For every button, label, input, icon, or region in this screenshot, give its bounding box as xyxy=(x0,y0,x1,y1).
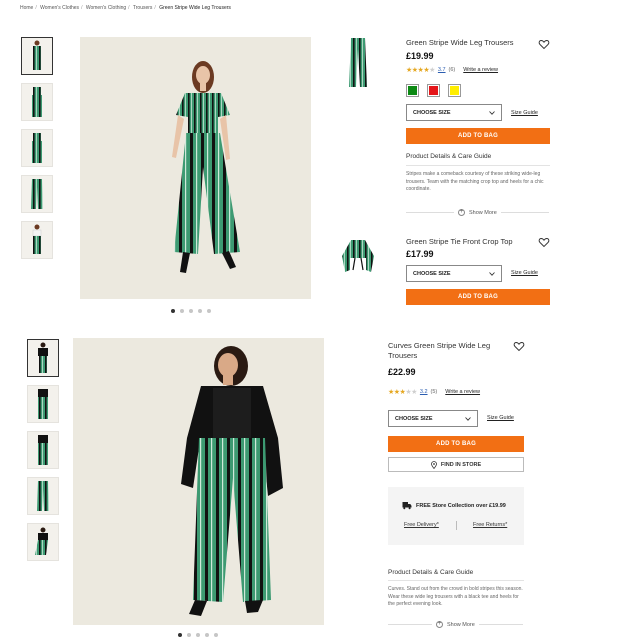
store-truck-icon xyxy=(402,502,412,510)
carousel-dot[interactable] xyxy=(171,309,175,313)
gallery1-thumb[interactable] xyxy=(21,221,53,259)
product1-description: Stripes make a comeback courtesy of thes… xyxy=(406,171,544,192)
chevron-down-icon xyxy=(489,110,495,115)
product1-rating-count: (6) xyxy=(448,67,456,73)
store-collection-panel: FREE Store Collection over £19.99 Free D… xyxy=(388,487,524,545)
heart-outline-icon[interactable] xyxy=(538,38,550,50)
product1-add-to-bag-button[interactable]: ADD TO BAG xyxy=(406,128,550,144)
product3-details-title[interactable]: Product Details & Care Guide xyxy=(388,569,473,576)
gallery2-thumb[interactable] xyxy=(27,523,59,561)
carousel-dot[interactable] xyxy=(214,633,218,637)
product3-find-in-store-label: FIND IN STORE xyxy=(440,461,482,468)
breadcrumb-trousers[interactable]: Trousers xyxy=(133,5,153,11)
heart-outline-icon[interactable] xyxy=(538,236,550,248)
carousel-dot[interactable] xyxy=(207,309,211,313)
swatch-green[interactable] xyxy=(406,84,419,97)
product1-size-guide-link[interactable]: Size Guide xyxy=(511,110,538,116)
gallery1-main-image[interactable] xyxy=(80,37,311,299)
breadcrumb: Home / Women's Clothes / Women's Clothing /… xyxy=(20,5,231,11)
product1-title[interactable]: Green Stripe Wide Leg Trousers xyxy=(406,38,526,48)
carousel-dot[interactable] xyxy=(187,633,191,637)
swatch-red[interactable] xyxy=(427,84,440,97)
product1-rating: ★★★★★ 3.7 (6) Write a review xyxy=(406,66,498,74)
carousel-dot[interactable] xyxy=(178,633,182,637)
divider xyxy=(500,212,549,213)
product3-size-select[interactable]: CHOOSE SIZE xyxy=(388,410,478,427)
plus-circle-icon: + xyxy=(458,209,465,216)
star-rating-icon: ★★★★★ xyxy=(406,67,435,74)
divider xyxy=(406,212,454,213)
divider xyxy=(406,165,550,166)
carousel-dot[interactable] xyxy=(198,309,202,313)
carousel-dot[interactable] xyxy=(180,309,184,313)
breadcrumb-home[interactable]: Home xyxy=(20,5,33,11)
product3-size-select-label: CHOOSE SIZE xyxy=(395,415,433,422)
product3-rating-score[interactable]: 3.2 xyxy=(420,389,428,395)
product3-show-more-label: Show More xyxy=(447,621,475,628)
product3-price: £22.99 xyxy=(388,367,416,377)
gallery2-main-image[interactable] xyxy=(73,338,324,625)
product3-write-review-link[interactable]: Write a review xyxy=(445,389,480,395)
gallery2-dots xyxy=(178,633,218,637)
breadcrumb-womens-clothing[interactable]: Women's Clothing xyxy=(86,5,126,11)
heart-outline-icon[interactable] xyxy=(513,340,525,352)
chevron-down-icon xyxy=(489,271,495,276)
gallery2-thumb[interactable] xyxy=(27,431,59,469)
breadcrumb-womens-clothes[interactable]: Women's Clothes xyxy=(40,5,79,11)
product1-show-more-label: Show More xyxy=(469,209,497,216)
product3-rating: ★★★★★ 3.2 (5) Write a review xyxy=(388,388,480,396)
chevron-down-icon xyxy=(465,416,471,421)
divider xyxy=(478,624,523,625)
gallery1-thumb[interactable] xyxy=(21,37,53,75)
free-delivery-link[interactable]: Free Delivery* xyxy=(404,522,439,528)
gallery1-thumb[interactable] xyxy=(21,175,53,213)
product1-size-select[interactable]: CHOOSE SIZE xyxy=(406,104,502,121)
star-rating-icon: ★★★★★ xyxy=(388,389,417,396)
product1-show-more[interactable]: + Show More xyxy=(406,209,549,216)
divider xyxy=(456,521,457,530)
product3-title[interactable]: Curves Green Stripe Wide Leg Trousers xyxy=(388,341,498,361)
swatch-yellow[interactable] xyxy=(448,84,461,97)
gallery1-thumbnails xyxy=(21,37,53,267)
product2-add-to-bag-button[interactable]: ADD TO BAG xyxy=(406,289,550,305)
divider xyxy=(388,624,432,625)
gallery2-thumbnails xyxy=(27,339,59,569)
store-collection-text: FREE Store Collection over £19.99 xyxy=(402,501,506,510)
gallery1-dots xyxy=(171,309,211,313)
gallery2-thumb[interactable] xyxy=(27,339,59,377)
product1-mini-image[interactable] xyxy=(341,37,375,89)
product2-size-guide-link[interactable]: Size Guide xyxy=(511,270,538,276)
gallery1-thumb[interactable] xyxy=(21,129,53,167)
product1-size-select-label: CHOOSE SIZE xyxy=(413,109,451,116)
product3-show-more[interactable]: + Show More xyxy=(388,621,523,628)
product2-size-select-label: CHOOSE SIZE xyxy=(413,270,451,277)
breadcrumb-current: Green Stripe Wide Leg Trousers xyxy=(159,5,231,11)
product2-size-select[interactable]: CHOOSE SIZE xyxy=(406,265,502,282)
product3-size-guide-link[interactable]: Size Guide xyxy=(487,415,514,421)
product1-write-review-link[interactable]: Write a review xyxy=(463,67,498,73)
divider xyxy=(388,580,524,581)
product3-rating-count: (5) xyxy=(430,389,438,395)
product2-mini-image[interactable] xyxy=(341,236,375,276)
free-returns-link[interactable]: Free Returns* xyxy=(473,522,507,528)
gallery1-thumb[interactable] xyxy=(21,83,53,121)
product2-title[interactable]: Green Stripe Tie Front Crop Top xyxy=(406,237,536,247)
product1-details-title[interactable]: Product Details & Care Guide xyxy=(406,153,491,160)
product1-colour-swatches xyxy=(406,84,461,97)
gallery2-thumb[interactable] xyxy=(27,477,59,515)
product2-price: £17.99 xyxy=(406,249,434,259)
product3-find-in-store-button[interactable]: FIND IN STORE xyxy=(388,457,524,472)
location-pin-icon xyxy=(430,460,437,469)
plus-circle-icon: + xyxy=(436,621,443,628)
store-collection-label: FREE Store Collection over £19.99 xyxy=(416,502,506,509)
carousel-dot[interactable] xyxy=(189,309,193,313)
product1-price: £19.99 xyxy=(406,51,434,61)
product1-rating-score[interactable]: 3.7 xyxy=(438,67,446,73)
gallery2-thumb[interactable] xyxy=(27,385,59,423)
carousel-dot[interactable] xyxy=(196,633,200,637)
product3-description: Curves. Stand out from the crowd in bold… xyxy=(388,586,523,607)
carousel-dot[interactable] xyxy=(205,633,209,637)
product3-add-to-bag-button[interactable]: ADD TO BAG xyxy=(388,436,524,452)
